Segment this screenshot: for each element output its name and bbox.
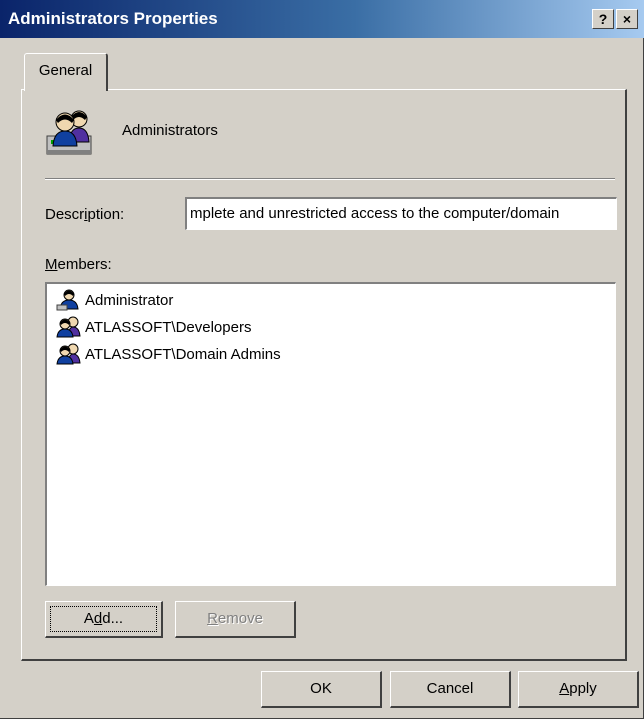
description-value: mplete and unrestricted access to the co…	[190, 205, 560, 222]
close-button[interactable]: ×	[616, 9, 638, 29]
list-item[interactable]: Administrator	[55, 287, 173, 313]
separator	[45, 178, 615, 180]
users-group-icon	[56, 316, 81, 338]
title-bar[interactable]: Administrators Properties ? ×	[0, 0, 644, 38]
remove-button[interactable]: Remove	[175, 601, 296, 638]
users-group-icon	[45, 108, 97, 158]
ok-button[interactable]: OK	[261, 671, 382, 708]
description-label: Description:	[45, 206, 125, 223]
group-name: Administrators	[122, 122, 218, 139]
apply-button[interactable]: Apply	[518, 671, 639, 708]
properties-dialog: Administrators Properties ? × General Ad…	[0, 0, 644, 719]
list-item[interactable]: ATLASSOFT\Developers	[55, 314, 251, 340]
help-button[interactable]: ?	[592, 9, 614, 29]
window-title: Administrators Properties	[8, 9, 218, 28]
users-group-icon	[56, 343, 81, 365]
description-field[interactable]: mplete and unrestricted access to the co…	[185, 197, 617, 230]
user-icon	[56, 289, 79, 311]
cancel-button[interactable]: Cancel	[390, 671, 511, 708]
add-button[interactable]: Add...	[45, 601, 163, 638]
list-item[interactable]: ATLASSOFT\Domain Admins	[55, 341, 281, 367]
members-list[interactable]: Administrator ATLASSOFT\Developers ATLAS…	[45, 282, 616, 586]
tab-general[interactable]: General	[24, 53, 108, 91]
focus-rect	[50, 606, 157, 632]
members-label: Members:	[45, 256, 112, 273]
